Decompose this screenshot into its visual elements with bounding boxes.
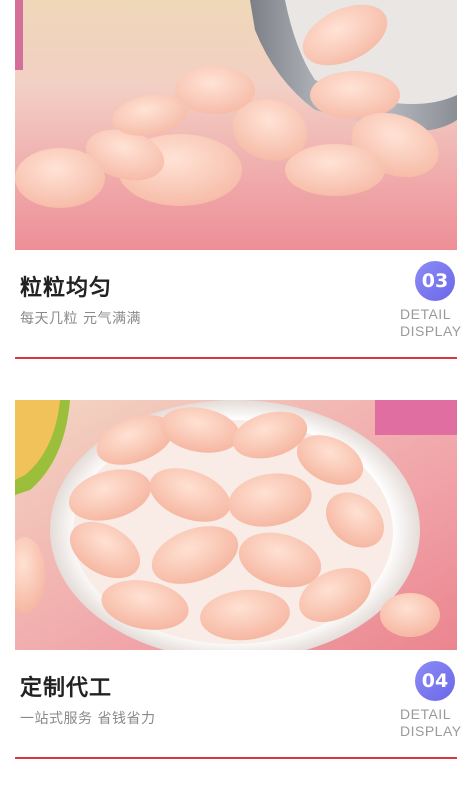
- section-number-badge: 03: [415, 261, 455, 301]
- section-number-badge: 04: [415, 661, 455, 701]
- section-title: 定制代工: [20, 676, 113, 701]
- section-divider: [15, 357, 457, 359]
- detail-display-label: DETAIL DISPLAY: [400, 306, 462, 340]
- section-subtitle: 每天几粒 元气满满: [20, 311, 141, 327]
- section-title: 粒粒均匀: [20, 276, 113, 301]
- detail-display-label: DETAIL DISPLAY: [400, 706, 462, 740]
- detail-label: DETAIL: [400, 306, 451, 322]
- section-subtitle: 一站式服务 省钱省力: [20, 711, 156, 727]
- product-photo-tablets-bowl: [15, 400, 457, 650]
- display-label: DISPLAY: [400, 323, 462, 339]
- product-photo-tablets-bottle: [15, 0, 457, 250]
- detail-label: DETAIL: [400, 706, 451, 722]
- display-label: DISPLAY: [400, 723, 462, 739]
- section-divider: [15, 757, 457, 759]
